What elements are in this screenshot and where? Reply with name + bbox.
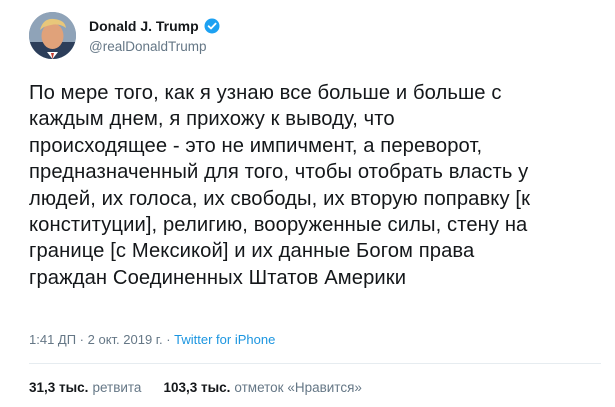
tweet-stats: 31,3 тыс. ретвита 103,3 тыс. отметок «Нрав… <box>29 380 362 395</box>
tweet-text-line: каждым днем, я прихожу к выводу, что <box>29 108 395 131</box>
tweet-text-line: граждан Соединенных Штатов Америки <box>29 266 407 289</box>
display-name[interactable]: Donald J. Trump <box>89 18 199 34</box>
avatar-photo-icon <box>29 12 76 59</box>
tweet-text-line: По мере того, как я узнаю все больше и б… <box>29 82 502 104</box>
meta-separator: · <box>162 332 175 347</box>
verified-badge-icon <box>204 18 220 34</box>
tweet-text-line: предназначенный для того, чтобы отобрать… <box>29 161 529 184</box>
retweets-stat[interactable]: 31,3 тыс. ретвита <box>29 380 141 395</box>
user-handle[interactable]: @realDonaldTrump <box>89 39 207 54</box>
meta-separator: · <box>76 332 88 347</box>
tweet-date[interactable]: 2 окт. 2019 г. <box>88 332 163 347</box>
author-name-row[interactable]: Donald J. Trump <box>89 18 220 34</box>
tweet-text-line: людей, их голоса, их свободы, их вторую … <box>29 187 531 210</box>
likes-stat[interactable]: 103,3 тыс. отметок «Нравится» <box>163 380 361 395</box>
divider <box>29 363 601 364</box>
tweet-text: По мере того, как я узнаю все больше и б… <box>29 80 601 291</box>
likes-count: 103,3 тыс. <box>163 380 231 395</box>
tweet-text-line: происходящее - это не импичмент, а перев… <box>29 134 483 157</box>
tweet-time[interactable]: 1:41 ДП <box>29 332 76 347</box>
likes-label: отметок «Нравится» <box>234 380 362 395</box>
avatar[interactable] <box>29 12 76 59</box>
tweet-meta: 1:41 ДП · 2 окт. 2019 г. · Twitter for i… <box>29 332 275 347</box>
tweet-text-line: конституции], религию, вооруженные силы,… <box>29 214 528 237</box>
retweets-label: ретвита <box>92 380 142 395</box>
tweet-source-link[interactable]: Twitter for iPhone <box>174 332 275 347</box>
tweet-text-line: границе [с Мексикой] и их данные Богом п… <box>29 240 475 263</box>
tweet-card: Donald J. Trump @realDonaldTrump По мере… <box>0 0 615 407</box>
retweets-count: 31,3 тыс. <box>29 380 89 395</box>
